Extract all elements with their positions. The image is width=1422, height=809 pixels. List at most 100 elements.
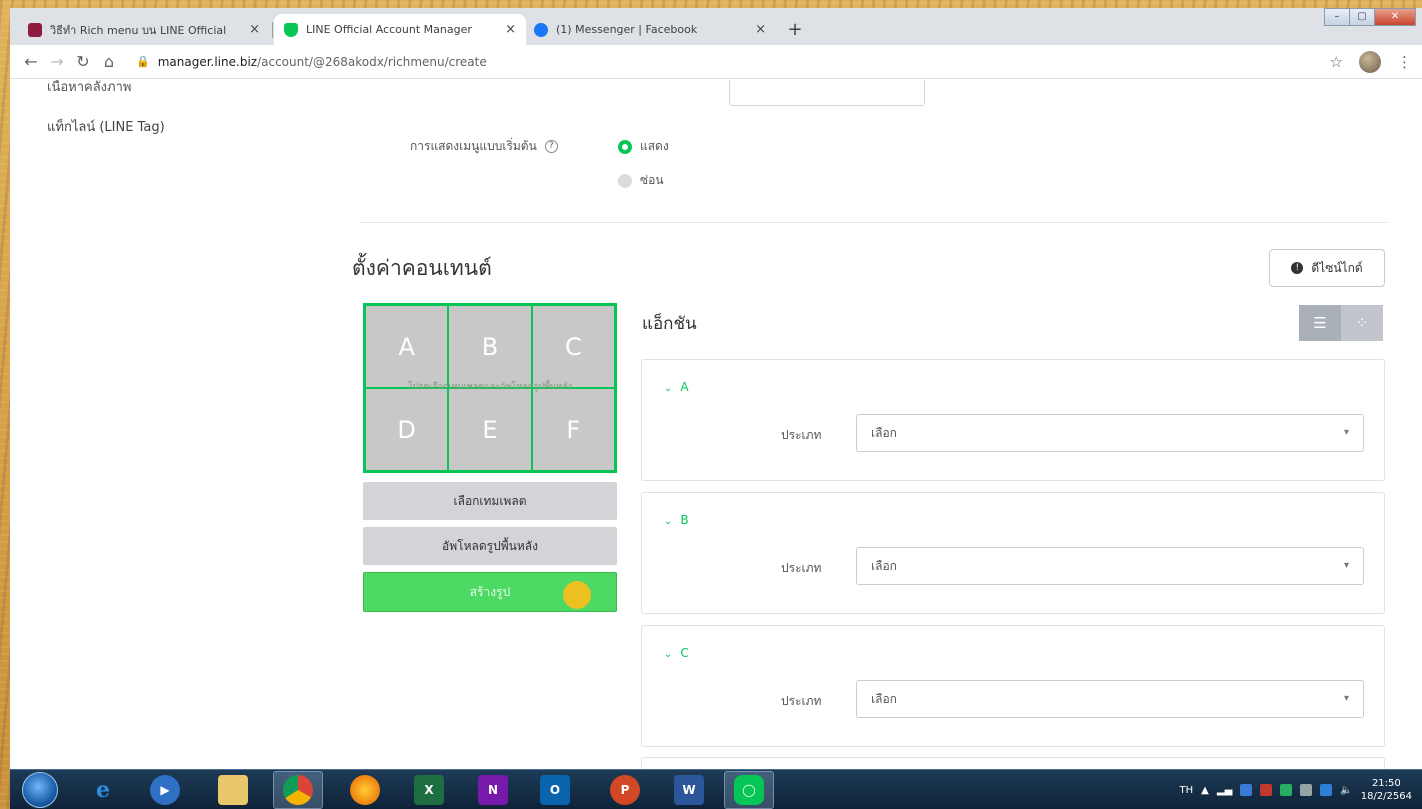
chevron-down-icon: ▾ [1343, 560, 1349, 571]
grid-cell-c[interactable]: C [531, 305, 615, 388]
page-viewport: เนื้อหาคลังภาพ แท็กไลน์ (LINE Tag) การแส… [10, 80, 1422, 769]
window-controls: – ▢ ✕ [1324, 8, 1416, 26]
firefox-icon[interactable] [350, 775, 380, 805]
file-explorer-icon[interactable] [218, 775, 248, 805]
type-select-value: เลือก [871, 425, 897, 440]
line-shield-icon [284, 22, 298, 37]
info-icon: ! [1291, 262, 1304, 274]
star-bookmark-icon[interactable]: ☆ [1330, 53, 1343, 71]
action-card-header[interactable]: ⌄ B [664, 513, 689, 527]
new-tab-button[interactable]: + [783, 18, 807, 42]
tray-app-icon[interactable] [1240, 784, 1253, 796]
system-tray: TH ▲ ▂▄ 🔈 21:50 18/2/2564 [1180, 770, 1412, 809]
tray-app-icon[interactable] [1260, 784, 1273, 796]
url-domain: manager.line.biz [157, 54, 258, 69]
maximize-button[interactable]: ▢ [1349, 8, 1375, 26]
volume-icon[interactable]: 🔈 [1340, 785, 1352, 796]
tab-bar: วิธีทำ Rich menu บน LINE Official × LINE… [10, 8, 1422, 45]
close-icon[interactable]: × [249, 22, 260, 37]
word-icon[interactable]: W [674, 775, 704, 805]
address-bar: ← → ↻ ⌂ 🔒 manager.line.biz/account/@268a… [10, 45, 1422, 79]
tab-messenger-facebook[interactable]: (1) Messenger | Facebook × [524, 14, 776, 45]
design-guide-button[interactable]: ! ดีไซน์ไกด์ [1269, 249, 1385, 287]
section-divider [360, 222, 1387, 223]
sidebar: เนื้อหาคลังภาพ แท็กไลน์ (LINE Tag) [10, 80, 292, 769]
grid-view-icon[interactable]: ⁘ [1341, 305, 1383, 341]
chevron-down-icon: ⌄ [664, 649, 673, 660]
clock-date: 18/2/2564 [1360, 791, 1412, 802]
media-player-icon[interactable]: ▶ [150, 775, 180, 805]
grid-cell-b[interactable]: B [448, 305, 532, 388]
close-icon[interactable]: × [505, 22, 516, 37]
create-image-label: สร้างรูป [469, 584, 511, 599]
type-label: ประเภท [781, 694, 822, 708]
type-select[interactable]: เลือก ▾ [856, 414, 1364, 452]
powerpoint-icon[interactable]: P [610, 775, 640, 805]
address-bar-actions: ☆ ⋮ [1330, 51, 1412, 73]
radio-show[interactable]: แสดง [618, 137, 669, 156]
list-view-icon[interactable]: ☰ [1299, 305, 1341, 341]
grid-cell-f[interactable]: F [531, 388, 615, 471]
tab-separator [272, 22, 273, 38]
language-indicator[interactable]: TH [1180, 785, 1194, 796]
profile-avatar[interactable] [1359, 51, 1381, 73]
tab-line-official-account-manager[interactable]: LINE Official Account Manager × [274, 14, 526, 45]
facebook-icon [534, 22, 548, 37]
grid-cell-e[interactable]: E [448, 388, 532, 471]
line-app-icon[interactable]: ◯ [734, 775, 764, 805]
content-settings-title: ตั้งค่าคอนเทนต์ [352, 256, 492, 280]
radio-hide-label: ซ่อน [640, 173, 664, 187]
action-card-c: ⌄ C ประเภท เลือก ▾ [641, 625, 1385, 747]
sidebar-item-cut[interactable]: เนื้อหาคลังภาพ [47, 80, 131, 97]
clock[interactable]: 21:50 18/2/2564 [1361, 777, 1412, 803]
help-icon[interactable]: ? [544, 140, 558, 153]
reload-icon[interactable]: ↻ [70, 52, 96, 71]
url-field[interactable]: 🔒 manager.line.biz/account/@268akodx/ric… [136, 55, 487, 69]
radio-hide[interactable]: ซ่อน [618, 171, 664, 190]
close-icon[interactable]: × [755, 22, 766, 37]
lock-icon: 🔒 [136, 55, 150, 68]
chevron-down-icon: ▾ [1343, 427, 1349, 438]
chevron-down-icon: ▾ [1343, 693, 1349, 704]
forward-arrow-icon[interactable]: → [44, 52, 70, 71]
internet-explorer-icon[interactable]: e [88, 775, 118, 805]
more-menu-icon[interactable]: ⋮ [1397, 53, 1412, 71]
previous-field-input[interactable] [729, 80, 925, 106]
window-close-button[interactable]: ✕ [1374, 8, 1416, 26]
tray-app-icon[interactable] [1320, 784, 1333, 796]
action-card-header[interactable]: ⌄ A [664, 380, 689, 394]
grid-cell-a[interactable]: A [365, 305, 449, 388]
upload-background-button[interactable]: อัพโหลดรูปพื้นหลัง [363, 527, 617, 565]
action-card-header[interactable]: ⌄ C [664, 646, 689, 660]
onenote-icon[interactable]: N [478, 775, 508, 805]
tray-app-icon[interactable] [1300, 784, 1313, 796]
main-content: การแสดงเมนูแบบเริ่มต้น ? แสดง ซ่อน ตั้งค… [292, 80, 1422, 769]
tray-app-icon[interactable] [1280, 784, 1293, 796]
tab-rich-menu-article[interactable]: วิธีทำ Rich menu บน LINE Official × [18, 14, 270, 45]
action-letter: C [680, 646, 689, 660]
home-icon[interactable]: ⌂ [96, 52, 122, 71]
chrome-icon[interactable] [283, 775, 313, 805]
create-image-button[interactable]: สร้างรูป [363, 572, 617, 612]
network-signal-icon[interactable]: ▂▄ [1217, 785, 1232, 796]
back-arrow-icon[interactable]: ← [18, 52, 44, 71]
sidebar-item-line-tag[interactable]: แท็กไลน์ (LINE Tag) [47, 116, 165, 137]
red-square-icon [28, 22, 42, 37]
type-select[interactable]: เลือก ▾ [856, 680, 1364, 718]
type-select-value: เลือก [871, 691, 897, 706]
chevron-down-icon: ⌄ [664, 516, 673, 527]
start-button[interactable] [22, 772, 58, 808]
default-display-field: การแสดงเมนูแบบเริ่มต้น ? [410, 137, 558, 156]
type-select[interactable]: เลือก ▾ [856, 547, 1364, 585]
radio-unselected-icon [618, 173, 632, 188]
select-template-button[interactable]: เลือกเทมเพลต [363, 482, 617, 520]
grid-cell-d[interactable]: D [365, 388, 449, 471]
show-hidden-icons-icon[interactable]: ▲ [1201, 785, 1209, 796]
outlook-icon[interactable]: O [540, 775, 570, 805]
tab-title: (1) Messenger | Facebook [556, 23, 698, 36]
action-letter: B [680, 513, 689, 527]
minimize-button[interactable]: – [1324, 8, 1350, 26]
action-card-d-partial [641, 757, 1385, 769]
excel-icon[interactable]: X [414, 775, 444, 805]
design-guide-label: ดีไซน์ไกด์ [1311, 260, 1363, 275]
